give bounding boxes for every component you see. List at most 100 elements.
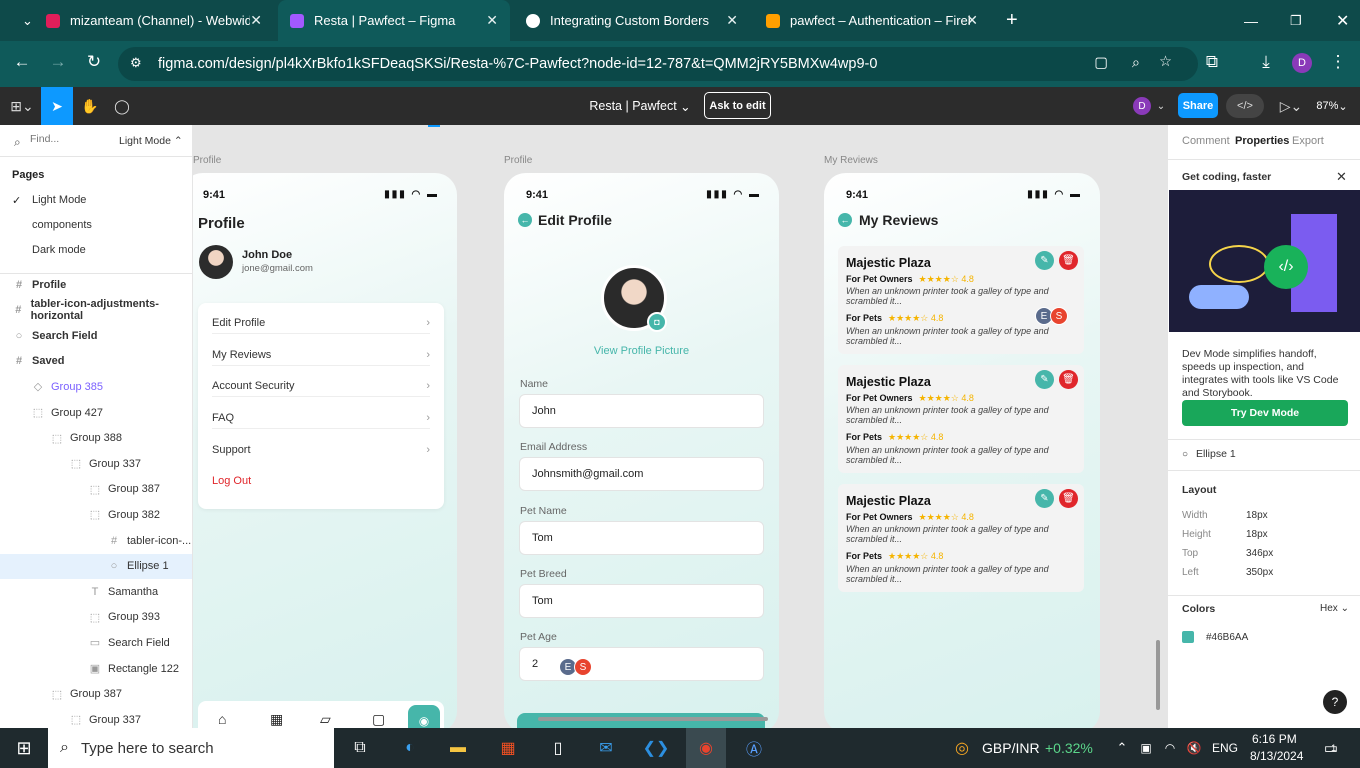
- trash-icon[interactable]: 🗑: [1059, 251, 1078, 270]
- app-icon[interactable]: Ⓐ: [738, 728, 770, 768]
- clipboard-icon[interactable]: ▢: [1094, 55, 1108, 71]
- tab-firebase[interactable]: pawfect – Authentication – Fireb ✕: [754, 0, 990, 41]
- dev-mode-toggle[interactable]: </>: [1226, 94, 1264, 118]
- close-icon[interactable]: ✕: [1336, 169, 1347, 185]
- try-dev-mode-button[interactable]: Try Dev Mode: [1182, 400, 1348, 426]
- chrome-icon[interactable]: ◉: [686, 728, 726, 768]
- layer-row[interactable]: ⬚ Group 388: [0, 426, 192, 451]
- comment-tool-icon[interactable]: ◯: [107, 87, 137, 125]
- chat-icon[interactable]: ▢: [372, 711, 385, 728]
- layer-row[interactable]: ⬚ Group 387: [0, 477, 192, 502]
- clock-date[interactable]: 8/13/2024: [1250, 749, 1303, 763]
- edit-icon[interactable]: ✎: [1035, 370, 1054, 389]
- share-button[interactable]: Share: [1178, 93, 1218, 118]
- forward-arrow-icon[interactable]: →: [48, 52, 68, 72]
- file-explorer-icon[interactable]: ▬: [442, 728, 474, 768]
- clock-time[interactable]: 6:16 PM: [1252, 732, 1297, 746]
- hand-tool-icon[interactable]: ✋: [75, 87, 105, 125]
- close-icon[interactable]: ✕: [486, 12, 498, 29]
- layer-row[interactable]: ⬚ Group 387: [0, 682, 192, 707]
- star-icon[interactable]: ☆: [1159, 54, 1172, 70]
- layout-property-value[interactable]: 18px: [1246, 510, 1268, 521]
- move-tool-icon[interactable]: ➤: [41, 87, 73, 125]
- windows-start-icon[interactable]: ⊞: [0, 728, 48, 768]
- layer-row[interactable]: # tabler-icon-adjustments-horizontal: [0, 298, 192, 323]
- site-info-icon[interactable]: ⚙: [130, 55, 142, 71]
- layer-row[interactable]: ⬚ Group 382: [0, 502, 192, 527]
- color-swatch[interactable]: [1182, 631, 1194, 643]
- minimize-button[interactable]: —: [1232, 0, 1258, 41]
- profile-avatar[interactable]: D: [1292, 53, 1312, 73]
- layer-row[interactable]: # Saved: [0, 349, 192, 374]
- page-item[interactable]: Dark mode: [0, 237, 192, 262]
- home-icon[interactable]: ⌂: [218, 711, 226, 727]
- language-indicator[interactable]: ENG: [1212, 741, 1238, 755]
- logout-button[interactable]: Log Out: [212, 475, 251, 487]
- form-field[interactable]: Johnsmith@gmail.com: [519, 457, 764, 492]
- zoom-icon[interactable]: ⌕: [1132, 55, 1140, 71]
- layer-row[interactable]: ⬚ Group 427: [0, 400, 192, 425]
- form-field[interactable]: John: [519, 394, 764, 428]
- menu-item[interactable]: My Reviews ›: [212, 349, 430, 361]
- back-arrow-icon[interactable]: ←: [838, 213, 852, 227]
- restore-button[interactable]: ❐: [1278, 0, 1304, 41]
- layer-row[interactable]: ○ Ellipse 1: [0, 553, 192, 579]
- tab-search-dropdown-icon[interactable]: ⌄: [10, 0, 33, 41]
- my-reviews-frame[interactable]: 9:41 ▮▮▮ ◠ ▬ ← My Reviews Majestic Plaza ✎…: [824, 173, 1100, 728]
- layer-row[interactable]: ▣ Rectangle 122: [0, 656, 192, 681]
- help-icon[interactable]: ?: [1323, 690, 1347, 714]
- page-item[interactable]: Light Mode: [0, 187, 192, 212]
- calendar-icon[interactable]: ▦: [270, 711, 283, 728]
- layer-row[interactable]: ○ Search Field: [0, 323, 192, 348]
- camera-icon[interactable]: ◘: [647, 312, 667, 332]
- view-profile-picture-link[interactable]: View Profile Picture: [504, 345, 779, 357]
- tab-properties[interactable]: Properties: [1235, 135, 1289, 147]
- menu-item[interactable]: Support ›: [212, 444, 430, 456]
- vscode-icon[interactable]: ❮❯: [640, 728, 672, 768]
- close-icon[interactable]: ✕: [966, 12, 978, 29]
- form-field[interactable]: Tom: [519, 583, 764, 618]
- layer-row[interactable]: ⬚ Group 337: [0, 707, 192, 728]
- page-item[interactable]: components: [0, 212, 192, 237]
- layout-property-value[interactable]: 18px: [1246, 529, 1268, 540]
- extensions-icon[interactable]: ⧉: [1202, 52, 1222, 72]
- present-icon[interactable]: ▷⌄: [1280, 87, 1303, 125]
- edge-icon[interactable]: ◐: [394, 728, 426, 768]
- chrome-menu-icon[interactable]: ⋮: [1328, 52, 1348, 72]
- color-hex-value[interactable]: #46B6AA: [1206, 632, 1248, 643]
- layer-row[interactable]: # tabler-icon-...: [0, 528, 192, 553]
- notification-icon[interactable]: ▭ 1: [1316, 728, 1344, 768]
- design-canvas[interactable]: Profile 9:41 ▮▮▮ ◠ ▬ Profile John Doe jon…: [193, 125, 1167, 728]
- tab-slack[interactable]: mizanteam (Channel) - Webwid ✕: [34, 0, 274, 41]
- tab-figma[interactable]: Resta | Pawfect – Figma ✕: [278, 0, 510, 41]
- ask-to-edit-button[interactable]: Ask to edit: [704, 92, 771, 119]
- layer-row[interactable]: ◇ Group 385: [0, 374, 192, 399]
- profile-frame[interactable]: 9:41 ▮▮▮ ◠ ▬ Profile John Doe jone@gmail.…: [193, 173, 457, 728]
- zoom-level[interactable]: 87% ⌄: [1314, 87, 1350, 125]
- layer-row[interactable]: ▭ Search Field: [0, 630, 192, 655]
- file-title[interactable]: Resta | Pawfect ⌄: [585, 87, 695, 125]
- layer-row[interactable]: ⬚ Group 337: [0, 451, 192, 476]
- canvas-scrollbar-horizontal[interactable]: [538, 717, 768, 721]
- figma-main-menu-icon[interactable]: ⊞⌄: [6, 87, 38, 125]
- close-icon[interactable]: ✕: [250, 12, 262, 29]
- url-field[interactable]: ⚙ figma.com/design/pl4kXrBkfo1kSFDeaqSKS…: [118, 47, 1198, 81]
- layer-row[interactable]: # Profile: [0, 272, 192, 297]
- canvas-scrollbar[interactable]: [1156, 640, 1160, 710]
- volume-muted-icon[interactable]: 🔇: [1186, 728, 1202, 768]
- trash-icon[interactable]: 🗑: [1059, 489, 1078, 508]
- layout-property-value[interactable]: 350px: [1246, 567, 1273, 578]
- edit-profile-frame[interactable]: 9:41 ▮▮▮ ◠ ▬ ← Edit Profile ◘ View Profil…: [504, 173, 779, 728]
- tray-chevron-icon[interactable]: ⌃: [1114, 728, 1130, 768]
- color-mode-select[interactable]: Hex ⌄: [1320, 603, 1349, 614]
- menu-item[interactable]: Account Security ›: [212, 380, 430, 392]
- edit-icon[interactable]: ✎: [1035, 251, 1054, 270]
- notepad-icon[interactable]: ▯: [542, 728, 574, 768]
- menu-item[interactable]: Edit Profile ›: [212, 317, 430, 329]
- layer-row[interactable]: T Samantha: [0, 579, 192, 604]
- task-view-icon[interactable]: ⧉: [344, 728, 376, 768]
- close-window-button[interactable]: ✕: [1324, 0, 1350, 41]
- close-icon[interactable]: ✕: [726, 12, 738, 29]
- trash-icon[interactable]: 🗑: [1059, 370, 1078, 389]
- user-avatar[interactable]: D: [1133, 97, 1151, 115]
